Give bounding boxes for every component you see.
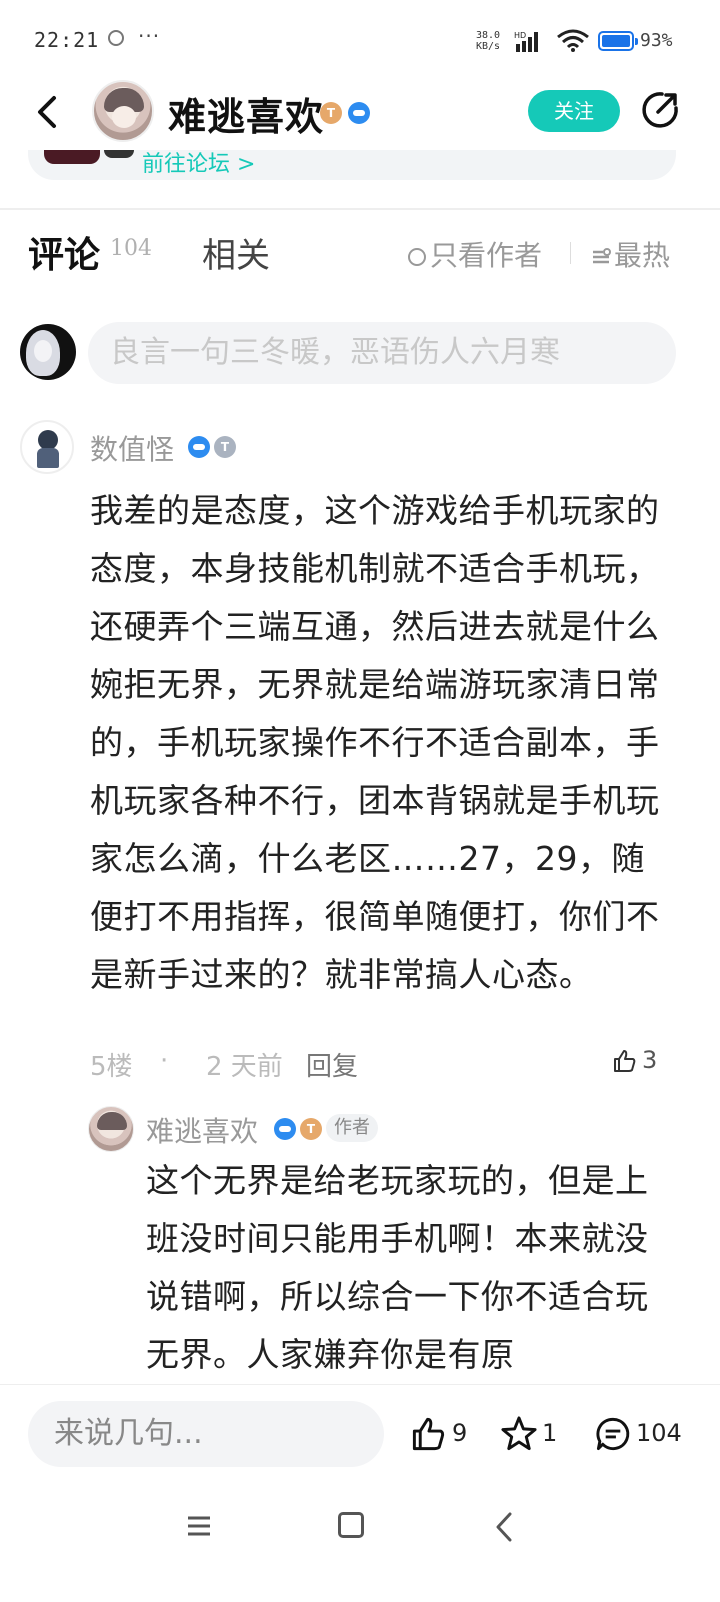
say-something-input[interactable]: 来说几句... [28,1401,384,1467]
author-only-toggle[interactable]: 只看作者 [408,234,542,274]
comments-button[interactable]: 104 [594,1415,682,1453]
gamepad-badge-icon [274,1118,296,1140]
bottom-action-bar: 来说几句... 9 1 104 [0,1384,720,1484]
reply-button[interactable]: 回复 [306,1046,358,1083]
thumbs-up-icon [412,1417,445,1451]
post-like-button[interactable]: 9 [410,1415,467,1453]
sort-icon [593,248,611,264]
level-badge-icon: T [320,102,342,124]
sort-hot-label: 最热 [614,239,671,272]
level-badge-icon: T [214,436,236,458]
author-tag: 作者 [326,1114,378,1142]
system-nav-bar [0,1490,720,1602]
network-type-label: HD [514,31,526,40]
comment-time: 2 天前 [206,1052,283,1082]
comment-input[interactable]: 良言一句三冬暖，恶语伤人六月寒 [88,322,676,384]
wifi-icon [557,29,589,52]
post-header: 难逃喜欢 T 关注 [0,80,720,150]
network-speed-unit: KB/s [476,41,501,52]
comment-bubble-icon [596,1417,630,1451]
tab-related[interactable]: 相关 [202,228,270,277]
back-arrow-icon[interactable] [30,92,70,132]
nav-back-icon[interactable] [494,1512,514,1542]
comment-floor: 5楼 [90,1052,133,1082]
more-notifications-icon: ··· [138,24,161,48]
commenter-avatar[interactable] [20,420,74,474]
author-only-label: 只看作者 [430,239,543,272]
battery-icon [598,31,638,51]
network-speed: 38.0 KB/s [476,30,500,52]
gamepad-badge-icon [188,436,210,458]
reply-author-name[interactable]: 难逃喜欢 [146,1110,258,1150]
star-icon [501,1416,537,1451]
favorite-button[interactable]: 1 [500,1415,557,1453]
author-name[interactable]: 难逃喜欢 [168,86,324,141]
level-badge-icon: T [300,1118,322,1140]
section-divider [0,208,720,210]
commenter-name[interactable]: 数值怪 [90,428,174,468]
status-time: 22:21 [34,28,100,52]
home-icon[interactable] [338,1512,364,1538]
thumbs-up-icon [614,1050,636,1072]
signal-icon: HD [514,31,538,52]
comment-like-count: 3 [642,1046,658,1074]
favorite-count: 1 [542,1419,558,1447]
battery-percent: 93% [640,30,673,51]
post-like-count: 9 [452,1419,468,1447]
network-speed-value: 38.0 [476,30,501,41]
menu-icon[interactable] [186,1514,212,1538]
current-user-avatar [20,324,76,380]
reply-text: 这个无界是给老玩家玩的，但是上班没时间只能用手机啊！本来就没说错啊，所以综合一下… [146,1161,649,1374]
gamepad-badge-icon [348,102,370,124]
share-icon[interactable] [640,90,680,130]
comment-like-button[interactable]: 3 [612,1046,657,1074]
radio-circle-icon [408,248,426,266]
comment-count: 104 [636,1419,682,1447]
comments-count: 104 [110,236,152,261]
sort-divider [570,242,571,264]
follow-button[interactable]: 关注 [528,90,620,132]
notification-icon [108,30,124,46]
meta-separator: · [160,1046,169,1076]
reply-author-avatar[interactable] [88,1106,134,1152]
tab-comments[interactable]: 评论 [28,226,100,278]
comment-text: 我差的是态度，这个游戏给手机玩家的态度，本身技能机制就不适合手机玩，还硬弄个三端… [90,491,660,994]
sort-hot-button[interactable]: 最热 [590,234,670,274]
comment-tabs: 评论 104 相关 只看作者 最热 [0,214,720,294]
status-bar: 22:21 ··· 38.0 KB/s HD 93% [0,0,720,80]
go-to-forum-link[interactable]: 前往论坛 > [142,146,255,178]
author-avatar[interactable] [92,80,154,142]
